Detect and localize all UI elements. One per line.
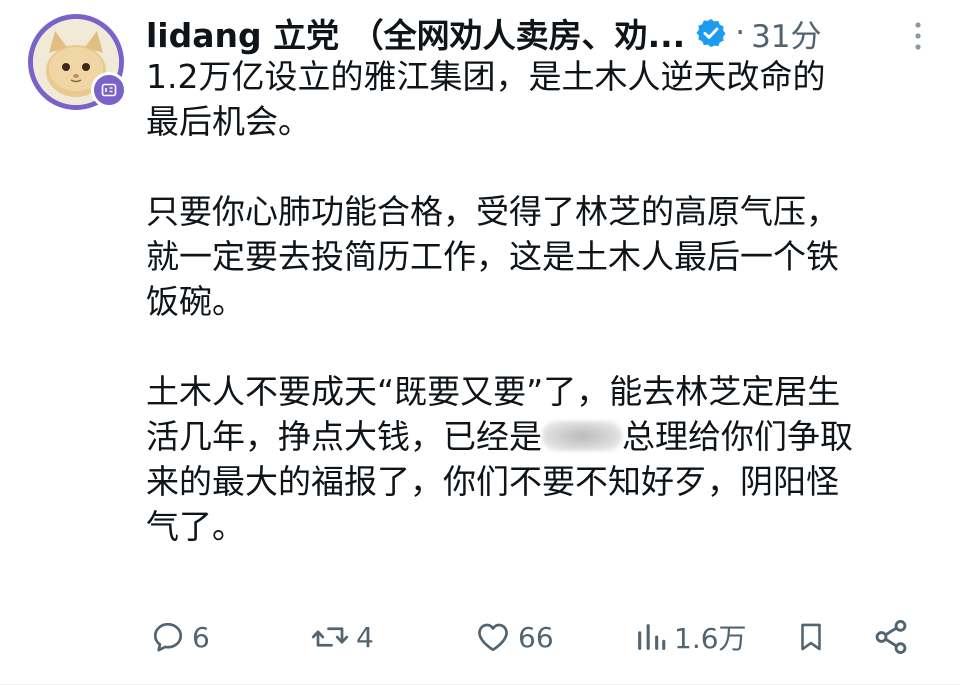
heart-icon — [478, 623, 508, 652]
bookmark-icon — [801, 623, 821, 651]
share-button[interactable] — [872, 612, 910, 662]
author-name[interactable]: lidang 立党 （全网劝人卖房、劝... — [146, 9, 685, 57]
bookmark-button[interactable] — [794, 612, 828, 662]
text-line: 总理给你们争取 — [622, 417, 853, 456]
like-count: 66 — [518, 620, 554, 654]
blurred-name — [542, 421, 622, 451]
post-time[interactable]: 31分 — [751, 11, 821, 56]
paragraph-2: 只要你心肺功能合格，受得了林芝的高原气压， 就一定要去投简历工作，这是土木人最后… — [146, 189, 936, 324]
paragraph-3: 土木人不要成天“既要又要”了，能去林芝定居生 活几年，挣点大钱，已经是 总理给你们… — [146, 369, 936, 549]
reply-count: 6 — [192, 620, 210, 654]
repost-icon — [311, 627, 349, 647]
post-text: 1.2万亿设立的雅江集团，是土木人逆天改命的 最后机会。 只要你心肺功能合格，受… — [146, 54, 936, 549]
post-card[interactable]: lidang 立党 （全网劝人卖房、劝... · 31分 1.2万亿设立的雅江集… — [0, 0, 960, 685]
text-line: 就一定要去投简历工作，这是土木人最后一个铁 — [146, 237, 839, 276]
reply-icon — [153, 622, 183, 652]
more-vertical-icon[interactable] — [912, 20, 924, 52]
like-button[interactable]: 66 — [474, 612, 554, 662]
reply-button[interactable]: 6 — [150, 612, 210, 662]
text-line: 最后机会。 — [146, 102, 311, 141]
text-line: 1.2万亿设立的雅江集团，是土木人逆天改命的 — [146, 57, 826, 96]
action-bar: 6 4 66 1.6万 — [146, 612, 916, 662]
text-line: 土木人不要成天“既要又要”了，能去林芝定居生 — [146, 372, 841, 411]
paragraph-1: 1.2万亿设立的雅江集团，是土木人逆天改命的 最后机会。 — [146, 54, 936, 144]
repost-button[interactable]: 4 — [310, 612, 374, 662]
views-chart-icon — [638, 624, 666, 650]
post-header: lidang 立党 （全网劝人卖房、劝... · 31分 — [146, 10, 886, 56]
text-line: 活几年，挣点大钱，已经是 — [146, 417, 542, 456]
repost-count: 4 — [356, 620, 374, 654]
text-line: 来的最大的福报了，你们不要不知好歹，阴阳怪 — [146, 462, 839, 501]
avatar[interactable] — [28, 14, 127, 110]
verified-badge-icon — [696, 19, 726, 47]
text-line: 饭碗。 — [146, 282, 245, 321]
text-line: 气了。 — [146, 507, 245, 546]
share-icon — [875, 620, 907, 654]
text-line: 只要你心肺功能合格，受得了林芝的高原气压， — [146, 192, 839, 231]
separator-dot: · — [735, 15, 746, 51]
views-button[interactable]: 1.6万 — [634, 612, 747, 662]
views-count: 1.6万 — [674, 622, 747, 655]
id-badge-icon — [101, 83, 117, 97]
avatar-badge — [91, 72, 127, 108]
